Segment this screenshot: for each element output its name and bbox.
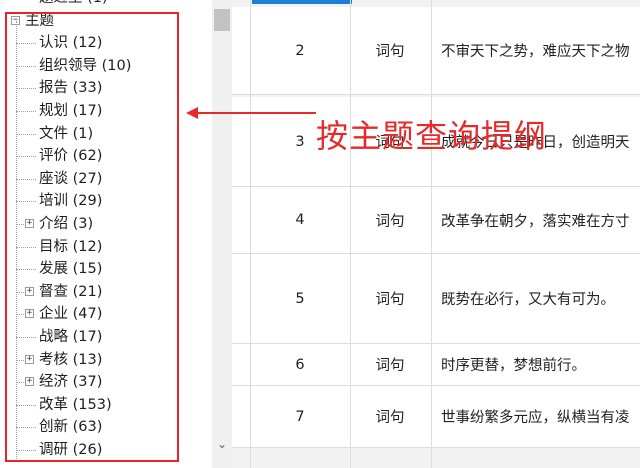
row-number: 6 — [295, 356, 305, 373]
row-text: 改革争在朝夕，落实难在方寸 — [441, 213, 630, 230]
row-text: 不审天下之势，难应天下之物 — [441, 44, 630, 60]
scroll-down-icon[interactable]: ⌄ — [212, 436, 232, 452]
row-type: 词句 — [375, 213, 405, 230]
tree-item-label: 题近里 (1) — [39, 0, 108, 10]
table-row[interactable]: 4 词句 改革争在朝夕，落实难在方寸 — [232, 187, 640, 254]
table-row[interactable]: 5 词句 既势在必行，又大有可为。 — [232, 254, 640, 344]
annotation-arrow-icon — [186, 107, 316, 119]
annotation-label: 按主题查询提纲 — [316, 117, 548, 155]
results-table: 2 词句 不审天下之势，难应天下之物 3 词句 成就今日只是昨日，创造明天 4 词句 改革争在朝… — [232, 0, 640, 468]
row-number: 5 — [295, 290, 305, 307]
scroll-thumb[interactable] — [214, 9, 230, 31]
row-type: 词句 — [375, 358, 405, 374]
row-type: 词句 — [375, 44, 405, 60]
row-text: 世事纷繁多元应，纵横当有凌 — [441, 410, 630, 426]
row-text: 既势在必行，又大有可为。 — [441, 292, 615, 308]
highlight-box — [5, 12, 179, 462]
selection-indicator — [252, 0, 352, 4]
tree-item-partial[interactable]: 题近里 (1) — [0, 0, 212, 10]
row-type: 词句 — [375, 410, 405, 426]
table-row[interactable]: 7 词句 世事纷繁多元应，纵横当有凌 — [232, 386, 640, 448]
row-text: 时序更替，梦想前行。 — [441, 358, 586, 374]
table-row[interactable]: 2 词句 不审天下之势，难应天下之物 — [232, 7, 640, 95]
row-number: 7 — [295, 408, 305, 425]
row-number: 4 — [295, 212, 305, 228]
row-type: 词句 — [375, 292, 405, 308]
topic-tree-pane: 题近里 (1) − 主题 认识 (12)组织领导 (10)报告 (33)规划 (… — [0, 0, 232, 468]
row-number: 2 — [295, 42, 305, 59]
tree-scrollbar[interactable]: ⌄ — [212, 0, 232, 468]
table-row[interactable]: 6 词句 时序更替，梦想前行。 — [232, 344, 640, 386]
